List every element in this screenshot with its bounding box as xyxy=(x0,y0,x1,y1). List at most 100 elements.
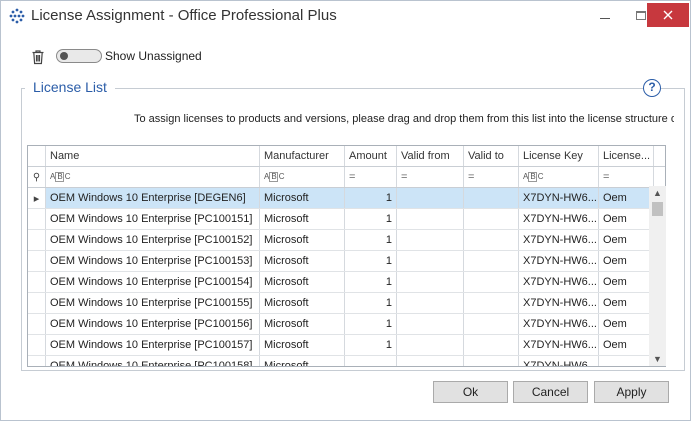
vertical-scrollbar[interactable]: ▲ ▼ xyxy=(649,186,666,366)
cell-key[interactable]: X7DYN-HW6... xyxy=(519,272,599,292)
cell-key[interactable]: X7DYN-HW6... xyxy=(519,251,599,271)
cell-type[interactable]: Oem xyxy=(599,209,654,229)
equals-filter-icon[interactable]: = xyxy=(599,167,654,187)
cell-valid-to[interactable] xyxy=(464,293,519,313)
table-row[interactable]: OEM Windows 10 Enterprise [PC100157] Micr… xyxy=(28,335,665,356)
cell-name[interactable]: OEM Windows 10 Enterprise [PC100157] xyxy=(46,335,260,355)
cell-name[interactable]: OEM Windows 10 Enterprise [PC100155] xyxy=(46,293,260,313)
column-header[interactable]: Manufacturer xyxy=(260,146,345,166)
cell-valid-to[interactable] xyxy=(464,335,519,355)
column-header[interactable]: Name xyxy=(46,146,260,166)
app-grid-icon xyxy=(9,8,25,24)
cell-amount[interactable]: 1 xyxy=(345,251,397,271)
cell-key[interactable]: X7DYN-HW6... xyxy=(519,356,599,366)
cell-amount[interactable]: 1 xyxy=(345,209,397,229)
cell-key[interactable]: X7DYN-HW6... xyxy=(519,293,599,313)
table-row[interactable]: OEM Windows 10 Enterprise [PC100156] Micr… xyxy=(28,314,665,335)
cell-type[interactable]: Oem xyxy=(599,188,654,208)
cell-key[interactable]: X7DYN-HW6... xyxy=(519,209,599,229)
cell-manufacturer[interactable]: Microsoft xyxy=(260,314,345,334)
cell-type[interactable]: Oem xyxy=(599,251,654,271)
cell-valid-to[interactable] xyxy=(464,251,519,271)
cell-valid-from[interactable] xyxy=(397,293,464,313)
scroll-up-icon[interactable]: ▲ xyxy=(649,186,666,200)
cell-valid-from[interactable] xyxy=(397,356,464,366)
scroll-thumb[interactable] xyxy=(652,202,663,216)
ok-button[interactable]: Ok xyxy=(433,381,508,403)
cell-valid-from[interactable] xyxy=(397,314,464,334)
equals-filter-icon[interactable]: = xyxy=(345,167,397,187)
cell-type[interactable] xyxy=(599,356,654,366)
table-row[interactable]: ▸ OEM Windows 10 Enterprise [DEGEN6] Micro… xyxy=(28,188,665,209)
cell-amount[interactable]: 1 xyxy=(345,335,397,355)
cell-valid-from[interactable] xyxy=(397,335,464,355)
text-filter-icon[interactable]: ABC xyxy=(260,167,345,187)
cell-valid-to[interactable] xyxy=(464,314,519,334)
cell-name[interactable]: OEM Windows 10 Enterprise [PC100156] xyxy=(46,314,260,334)
cell-key[interactable]: X7DYN-HW6... xyxy=(519,314,599,334)
column-header[interactable]: License Key xyxy=(519,146,599,166)
cell-name[interactable]: OEM Windows 10 Enterprise [DEGEN6] xyxy=(46,188,260,208)
cell-valid-to[interactable] xyxy=(464,188,519,208)
cell-amount[interactable] xyxy=(345,356,397,366)
cell-amount[interactable]: 1 xyxy=(345,293,397,313)
cell-amount[interactable]: 1 xyxy=(345,230,397,250)
cell-valid-from[interactable] xyxy=(397,209,464,229)
trash-icon[interactable] xyxy=(30,49,46,65)
show-unassigned-toggle[interactable] xyxy=(56,49,102,63)
cancel-button[interactable]: Cancel xyxy=(513,381,588,403)
cell-manufacturer[interactable]: Microsoft xyxy=(260,293,345,313)
cell-name[interactable]: OEM Windows 10 Enterprise [PC100154] xyxy=(46,272,260,292)
cell-key[interactable]: X7DYN-HW6... xyxy=(519,188,599,208)
cell-valid-from[interactable] xyxy=(397,230,464,250)
cell-key[interactable]: X7DYN-HW6... xyxy=(519,230,599,250)
cell-manufacturer[interactable]: Microsoft xyxy=(260,209,345,229)
table-row[interactable]: OEM Windows 10 Enterprise [PC100158] Micr… xyxy=(28,356,665,366)
cell-manufacturer[interactable]: Microsoft xyxy=(260,335,345,355)
cell-valid-from[interactable] xyxy=(397,188,464,208)
table-row[interactable]: OEM Windows 10 Enterprise [PC100153] Micr… xyxy=(28,251,665,272)
cell-amount[interactable]: 1 xyxy=(345,314,397,334)
cell-amount[interactable]: 1 xyxy=(345,272,397,292)
text-filter-icon[interactable]: ABC xyxy=(519,167,599,187)
cell-type[interactable]: Oem xyxy=(599,335,654,355)
cell-type[interactable]: Oem xyxy=(599,272,654,292)
column-header[interactable]: License... xyxy=(599,146,654,166)
cell-manufacturer[interactable]: Microsoft xyxy=(260,356,345,366)
cell-valid-to[interactable] xyxy=(464,272,519,292)
table-row[interactable]: OEM Windows 10 Enterprise [PC100155] Micr… xyxy=(28,293,665,314)
table-row[interactable]: OEM Windows 10 Enterprise [PC100152] Micr… xyxy=(28,230,665,251)
cell-name[interactable]: OEM Windows 10 Enterprise [PC100152] xyxy=(46,230,260,250)
cell-valid-to[interactable] xyxy=(464,356,519,366)
column-header[interactable]: Valid to xyxy=(464,146,519,166)
cell-type[interactable]: Oem xyxy=(599,230,654,250)
cell-manufacturer[interactable]: Microsoft xyxy=(260,230,345,250)
cell-manufacturer[interactable]: Microsoft xyxy=(260,188,345,208)
cell-valid-to[interactable] xyxy=(464,209,519,229)
cell-amount[interactable]: 1 xyxy=(345,188,397,208)
table-row[interactable]: OEM Windows 10 Enterprise [PC100151] Micr… xyxy=(28,209,665,230)
equals-filter-icon[interactable]: = xyxy=(464,167,519,187)
cell-manufacturer[interactable]: Microsoft xyxy=(260,251,345,271)
apply-button[interactable]: Apply xyxy=(594,381,669,403)
column-header[interactable]: Valid from xyxy=(397,146,464,166)
close-button[interactable] xyxy=(647,3,689,27)
cell-name[interactable]: OEM Windows 10 Enterprise [PC100153] xyxy=(46,251,260,271)
cell-manufacturer[interactable]: Microsoft xyxy=(260,272,345,292)
cell-name[interactable]: OEM Windows 10 Enterprise [PC100151] xyxy=(46,209,260,229)
table-row[interactable]: OEM Windows 10 Enterprise [PC100154] Micr… xyxy=(28,272,665,293)
minimize-button[interactable] xyxy=(587,1,623,29)
cell-key[interactable]: X7DYN-HW6... xyxy=(519,335,599,355)
cell-type[interactable]: Oem xyxy=(599,293,654,313)
cell-name[interactable]: OEM Windows 10 Enterprise [PC100158] xyxy=(46,356,260,366)
cell-valid-from[interactable] xyxy=(397,251,464,271)
cell-type[interactable]: Oem xyxy=(599,314,654,334)
column-header[interactable]: Amount xyxy=(345,146,397,166)
scroll-down-icon[interactable]: ▼ xyxy=(649,352,666,366)
text-filter-icon[interactable]: ABC xyxy=(46,167,260,187)
help-icon[interactable]: ? xyxy=(643,79,661,97)
equals-filter-icon[interactable]: = xyxy=(397,167,464,187)
cell-valid-from[interactable] xyxy=(397,272,464,292)
minimize-icon xyxy=(600,17,610,19)
cell-valid-to[interactable] xyxy=(464,230,519,250)
